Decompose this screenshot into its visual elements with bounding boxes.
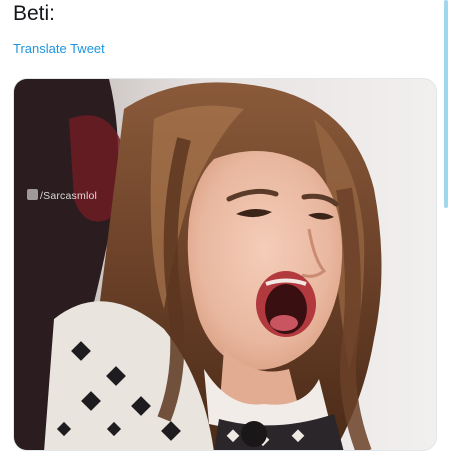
tweet-media-image[interactable]: /Sarcasmlol bbox=[13, 78, 437, 451]
tweet-text: Beti: bbox=[13, 2, 56, 25]
watermark-text: /Sarcasmlol bbox=[40, 190, 98, 202]
watermark: /Sarcasmlol bbox=[27, 189, 97, 202]
woman-yawning-photo bbox=[14, 79, 436, 450]
translate-tweet-link[interactable]: Translate Tweet bbox=[13, 41, 105, 57]
facebook-icon bbox=[27, 189, 38, 200]
scroll-indicator[interactable] bbox=[444, 0, 448, 208]
